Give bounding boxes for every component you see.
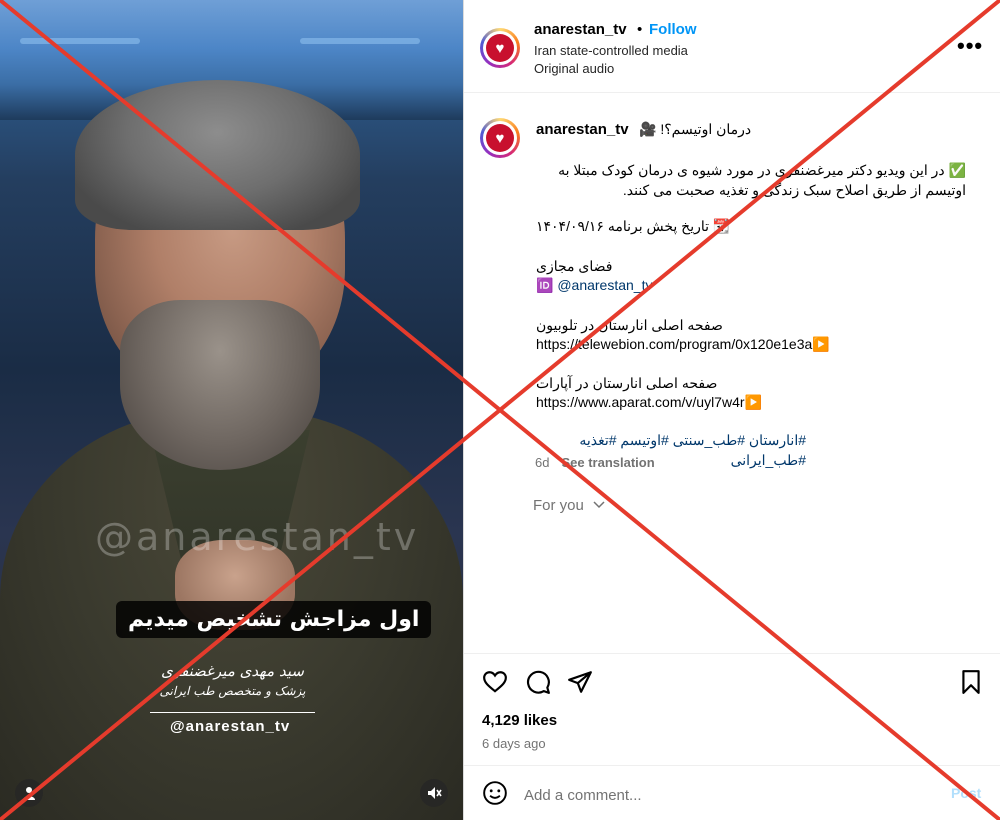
presenter-beard <box>120 300 320 470</box>
chevron-down-icon <box>593 501 605 509</box>
caption-meta: 6d See translation <box>535 455 655 470</box>
caption-id-mention[interactable]: 🆔 @anarestan_tv <box>536 275 976 295</box>
caption-cyberspace: فضای مجازی <box>536 258 613 274</box>
speaker-title: پزشک و متخصص طب ایرانی <box>159 684 306 698</box>
follow-button[interactable]: Follow <box>649 21 697 38</box>
studio-light <box>300 38 420 44</box>
caption-telewebion-label: صفحه اصلی انارستان در تلوبیون <box>536 317 723 333</box>
for-you-dropdown[interactable]: For you <box>533 497 606 514</box>
person-icon[interactable] <box>15 779 43 807</box>
divider <box>464 765 1000 766</box>
state-media-label[interactable]: Iran state-controlled media <box>534 43 688 58</box>
likes-count[interactable]: 4,129 likes <box>482 712 557 729</box>
studio-light <box>20 38 140 44</box>
divider <box>150 712 315 713</box>
caption-age: 6d <box>535 455 550 470</box>
presenter-hair <box>75 80 360 230</box>
pomegranate-logo-icon: ♥ <box>486 124 514 152</box>
speaker-name-block: سید مهدی میرغضنفری پزشک و متخصص طب ایران… <box>150 662 315 698</box>
separator-dot: • <box>637 21 643 38</box>
bookmark-icon[interactable] <box>958 669 984 695</box>
caption-aparat-label: صفحه اصلی انارستان در آپارات <box>536 375 718 391</box>
reel-video[interactable]: @anarestan_tv اول مزاجش تشخیص میدیم سید … <box>0 0 463 820</box>
author-username[interactable]: anarestan_tv <box>534 21 627 38</box>
aparat-link[interactable]: https://www.aparat.com/v/uyl7w4r▶️ <box>536 392 976 412</box>
smiley-icon[interactable] <box>482 780 508 806</box>
video-watermark: @anarestan_tv <box>95 515 420 559</box>
caption-description: ✅ در این ویدیو دکتر میرغضنفری در مورد شی… <box>558 162 966 198</box>
caption-username[interactable]: anarestan_tv <box>536 121 629 138</box>
for-you-label: For you <box>533 497 584 514</box>
divider <box>464 653 1000 654</box>
speaker-name: سید مهدی میرغضنفری <box>161 662 304 680</box>
video-handle: @anarestan_tv <box>170 718 291 735</box>
video-subtitle: اول مزاجش تشخیص میدیم <box>116 601 432 638</box>
caption-title: درمان اوتیسم؟! 🎥 <box>639 121 752 137</box>
heart-icon[interactable] <box>482 669 508 695</box>
post-side-panel: ♥ anarestan_tv • Follow Iran state-contr… <box>463 0 1000 820</box>
comment-input[interactable] <box>522 782 926 808</box>
post-date[interactable]: 6 days ago <box>482 736 546 751</box>
caption-avatar[interactable]: ♥ <box>480 118 520 158</box>
caption-air-date: 📆 تاریخ پخش برنامه ۱۴۰۴/۰۹/۱۶ <box>536 218 731 234</box>
speaker-muted-icon[interactable] <box>420 779 448 807</box>
audio-link[interactable]: Original audio <box>534 61 614 76</box>
pomegranate-logo-icon: ♥ <box>486 34 514 62</box>
post-comment-button[interactable]: Post <box>951 785 981 801</box>
author-avatar[interactable]: ♥ <box>480 28 520 68</box>
comment-icon[interactable] <box>525 669 551 695</box>
send-icon[interactable] <box>567 669 593 695</box>
telewebion-link[interactable]: https://telewebion.com/program/0x120e1e3… <box>536 334 976 354</box>
more-options-icon[interactable]: ••• <box>957 33 983 59</box>
see-translation-button[interactable]: See translation <box>561 455 654 470</box>
divider <box>464 92 1000 93</box>
